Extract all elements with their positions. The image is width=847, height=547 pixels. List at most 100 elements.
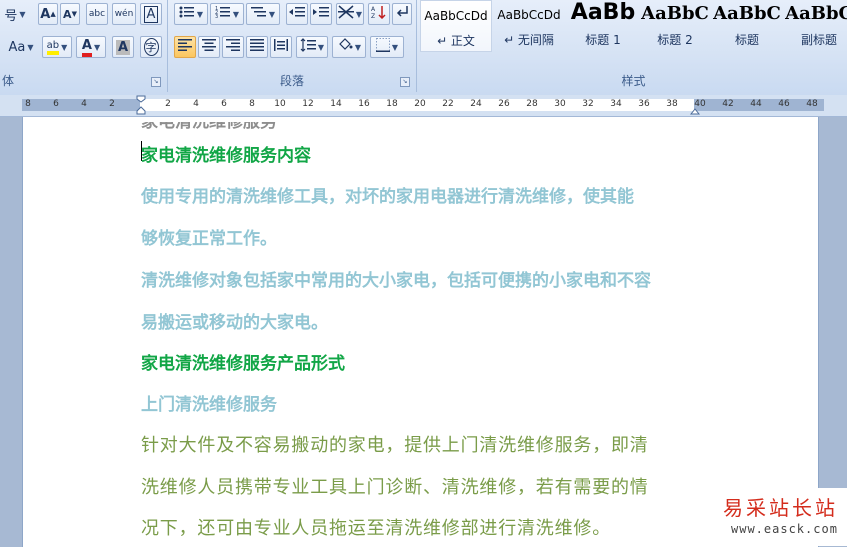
ruler-tick: 46 xyxy=(778,99,790,109)
font-color-button[interactable]: A ▼ xyxy=(76,36,106,58)
char-shading-button[interactable]: A xyxy=(112,36,134,58)
ruler-tick: 18 xyxy=(386,99,398,109)
align-center-button[interactable] xyxy=(198,36,220,58)
ruler-tick: 20 xyxy=(414,99,426,109)
heading-paragraph[interactable]: 家电清洗维修服务内容 xyxy=(141,141,311,166)
heading-paragraph[interactable]: 家电清洗维修服务产品形式 xyxy=(141,349,345,374)
chinese-layout-icon xyxy=(337,5,354,23)
styles-gallery: AaBbCcDd ↵ 正文 AaBbCcDd ↵ 无间隔 AaBb 标题 1 A… xyxy=(420,0,847,68)
style-name: ↵ 无间隔 xyxy=(504,33,554,47)
ruler-tick: 8 xyxy=(249,99,255,109)
bullets-button[interactable]: ▼ xyxy=(174,3,208,25)
first-line-indent-marker-icon[interactable] xyxy=(136,95,146,115)
body-paragraph[interactable]: 针对大件及不容易搬动的家电，提供上门清洗维修服务，即清 xyxy=(141,431,649,457)
increase-indent-button[interactable] xyxy=(310,3,332,25)
line-spacing-button[interactable]: ▼ xyxy=(296,36,328,58)
return-arrow-icon xyxy=(395,5,409,23)
body-paragraph[interactable]: 够恢复正常工作。 xyxy=(141,224,277,249)
document-page[interactable]: 家电清洗维修服务 家电清洗维修服务内容 使用专用的清洗维修工具，对坏的家用电器进… xyxy=(22,117,819,547)
clear-format-button[interactable]: abc xyxy=(86,3,108,25)
font-group-label: 体 xyxy=(2,74,15,88)
multilevel-list-icon xyxy=(250,5,267,23)
grow-font-button[interactable]: A ▲ xyxy=(38,3,58,25)
style-name: 标题 1 xyxy=(585,33,621,47)
style-sample: AaBbCcDd xyxy=(497,8,561,22)
body-paragraph[interactable]: 清洗维修对象包括家中常用的大小家电，包括可便携的小家电和不容 xyxy=(141,266,651,291)
ruler-tick: 12 xyxy=(302,99,314,109)
body-paragraph[interactable]: 洗维修人员携带专业工具上门诊断、清洗维修，若有需要的情 xyxy=(141,473,649,499)
align-left-button[interactable] xyxy=(174,36,196,58)
chevron-down-icon: ▼ xyxy=(19,9,26,19)
ruler-tick: 36 xyxy=(638,99,650,109)
sort-icon: AZ xyxy=(371,5,387,23)
body-paragraph[interactable]: 使用专用的清洗维修工具，对坏的家用电器进行清洗维修，使其能 xyxy=(141,182,634,207)
right-indent-marker-icon[interactable] xyxy=(690,105,700,115)
ruler-tick: 14 xyxy=(330,99,342,109)
change-case-button[interactable]: Aa ▼ xyxy=(4,36,38,58)
style-subtitle[interactable]: AaBbC 副标题 xyxy=(784,0,847,50)
site-watermark: 易采站长站 www.easck.com xyxy=(717,488,847,546)
svg-text:Z: Z xyxy=(371,13,375,19)
ruler-tick: 44 xyxy=(750,99,762,109)
body-paragraph[interactable]: 况下，还可由专业人员拖运至清洗维修部进行清洗维修。 xyxy=(141,514,611,540)
style-heading-1[interactable]: AaBb 标题 1 xyxy=(568,0,638,50)
style-heading-2[interactable]: AaBbC 标题 2 xyxy=(640,0,710,50)
workspace-right-gutter xyxy=(818,117,847,547)
char-border-icon: A xyxy=(143,5,159,23)
ruler-tick: 8 xyxy=(25,99,31,109)
font-color-icon: A xyxy=(81,38,92,57)
phonetic-guide-icon: wén xyxy=(114,9,134,19)
highlight-button[interactable]: ab ▼ xyxy=(42,36,72,58)
char-shading-icon: A xyxy=(115,39,131,55)
style-sample: AaBbC xyxy=(713,3,781,24)
char-border-button[interactable]: A xyxy=(140,3,162,25)
clear-format-icon: abc xyxy=(88,9,106,19)
highlighter-icon: ab xyxy=(46,40,60,55)
ruler-tick: 22 xyxy=(442,99,454,109)
distribute-button[interactable] xyxy=(270,36,292,58)
svg-text:A: A xyxy=(371,6,376,13)
paragraph-dialog-launcher-icon[interactable]: ↘ xyxy=(400,77,410,87)
shading-button[interactable]: ▼ xyxy=(332,36,366,58)
decrease-indent-button[interactable] xyxy=(286,3,308,25)
style-no-spacing[interactable]: AaBbCcDd ↵ 无间隔 xyxy=(494,0,564,50)
multilevel-list-button[interactable]: ▼ xyxy=(246,3,280,25)
ruler-tick: 2 xyxy=(109,99,115,109)
svg-text:3: 3 xyxy=(215,14,218,19)
ruler-tick: 6 xyxy=(53,99,59,109)
watermark-url: www.easck.com xyxy=(731,522,838,536)
shrink-font-button[interactable]: A ▼ xyxy=(60,3,80,25)
sort-button[interactable]: AZ xyxy=(368,3,390,25)
align-center-icon xyxy=(202,39,216,55)
ruler-tick: 26 xyxy=(498,99,510,109)
chinese-layout-button[interactable]: ▼ xyxy=(336,3,364,25)
paint-bucket-icon xyxy=(337,38,353,56)
numbering-button[interactable]: 1 2 3 ▼ xyxy=(210,3,244,25)
align-right-icon xyxy=(226,39,240,55)
paragraph-group: ▼ 1 2 3 ▼ ▼ ▼ AZ ▼ ▼ ▼ 段落 ↘ xyxy=(168,0,417,92)
style-normal[interactable]: AaBbCcDd ↵ 正文 xyxy=(420,0,492,52)
justify-button[interactable] xyxy=(246,36,268,58)
enclose-char-button[interactable]: 字 xyxy=(140,36,162,58)
body-paragraph[interactable]: 易搬运或移动的大家电。 xyxy=(141,308,328,333)
horizontal-ruler[interactable]: 8 6 4 2 2 4 6 8 10 12 14 16 18 20 22 24 … xyxy=(0,95,847,117)
ruler-tick: 32 xyxy=(582,99,594,109)
align-left-icon xyxy=(178,39,192,55)
paragraph-group-label: 段落 xyxy=(279,74,304,88)
ruler-tick: 10 xyxy=(274,99,286,109)
subheading-paragraph[interactable]: 上门清洗维修服务 xyxy=(141,390,277,415)
enclose-char-icon: 字 xyxy=(143,38,159,56)
align-right-button[interactable] xyxy=(222,36,244,58)
ruler-tick: 34 xyxy=(610,99,622,109)
decrease-indent-icon xyxy=(289,5,305,23)
borders-icon xyxy=(375,38,390,56)
show-marks-button[interactable] xyxy=(392,3,412,25)
font-dialog-launcher-icon[interactable]: ↘ xyxy=(151,77,161,87)
ruler-tick: 24 xyxy=(470,99,482,109)
phonetic-guide-button[interactable]: wén xyxy=(112,3,136,25)
font-size-dropdown[interactable]: 号 ▼ xyxy=(0,3,30,25)
bullet-list-icon xyxy=(179,5,195,23)
numbered-list-icon: 123 xyxy=(215,5,231,23)
borders-button[interactable]: ▼ xyxy=(370,36,404,58)
style-title[interactable]: AaBbC 标题 xyxy=(712,0,782,50)
